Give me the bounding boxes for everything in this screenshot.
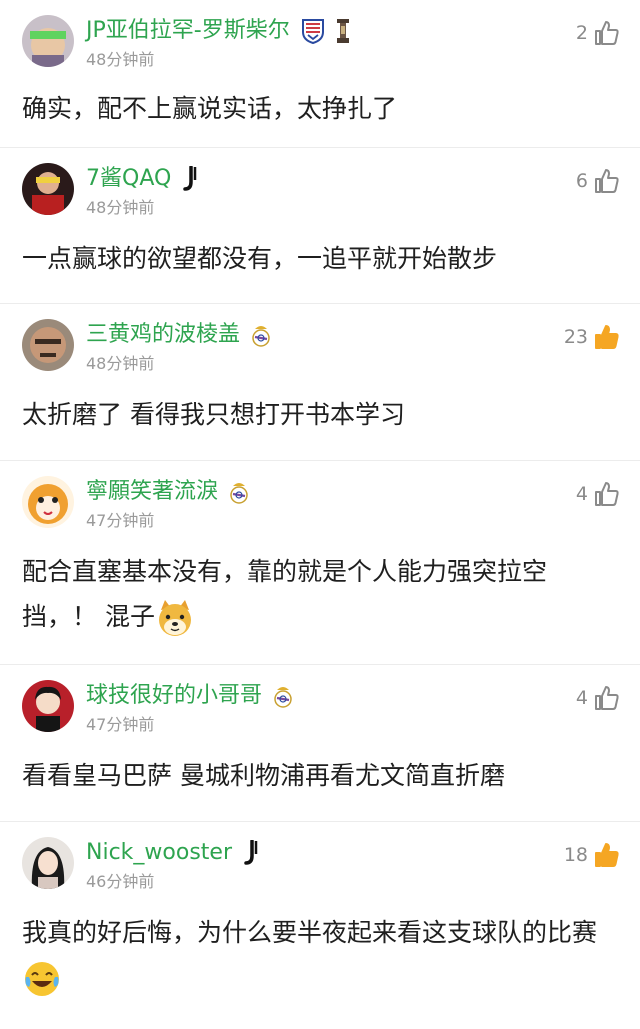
username[interactable]: Nick_wooster (86, 838, 232, 868)
avatar[interactable] (22, 15, 74, 67)
comment-meta: 三黄鸡的波棱盖 48分钟前 (86, 320, 271, 374)
like-button[interactable]: 2 (576, 20, 620, 46)
laugh-cry-emoji (22, 959, 62, 999)
comment-meta: 7酱QAQ 48分钟前 (86, 164, 198, 218)
avatar[interactable] (22, 319, 74, 371)
thumbs-up-icon-active (594, 842, 620, 868)
like-button[interactable]: 4 (576, 685, 620, 711)
comment-text: 看看皇马巴萨 曼城利物浦再看尤文简直折磨 (22, 761, 505, 790)
comment-text: 一点赢球的欲望都没有，一追平就开始散步 (22, 244, 498, 273)
like-count: 2 (575, 22, 588, 44)
like-count: 4 (575, 483, 588, 505)
comment-feed: JP亚伯拉罕-罗斯柴尔 48分钟前 2 确实，配不上赢说实话，太挣扎了 7酱QA… (0, 0, 640, 1029)
comment-text: 太折磨了 看得我只想打开书本学习 (22, 400, 405, 429)
real-madrid-crest-icon (251, 323, 271, 347)
like-button[interactable]: 6 (576, 168, 620, 194)
comment-text: 确实，配不上赢说实话，太挣扎了 (22, 94, 398, 123)
comment-item: 三黄鸡的波棱盖 48分钟前 23 太折磨了 看得我只想打开书本学习 (0, 304, 640, 461)
avatar[interactable] (22, 163, 74, 215)
comment-item: 球技很好的小哥哥 47分钟前 4 看看皇马巴萨 曼城利物浦再看尤文简直折磨 (0, 665, 640, 822)
comment-meta: Nick_wooster 46分钟前 (86, 838, 259, 892)
username[interactable]: 球技很好的小哥哥 (86, 681, 262, 711)
comment-item: Nick_wooster 46分钟前 18 我真的好后悔，为什么要半夜起来看这支… (0, 822, 640, 1029)
comment-text-block: 我真的好后悔，为什么要半夜起来看这支球队的比赛 (22, 910, 618, 1000)
username[interactable]: JP亚伯拉罕-罗斯柴尔 (86, 16, 290, 46)
comment-item: JP亚伯拉罕-罗斯柴尔 48分钟前 2 确实，配不上赢说实话，太挣扎了 (0, 0, 640, 148)
username[interactable]: 7酱QAQ (86, 164, 171, 194)
comment-time: 47分钟前 (86, 715, 155, 734)
comment-meta: 球技很好的小哥哥 47分钟前 (86, 681, 293, 735)
comment-item: 寧願笑著流淚 47分钟前 4 配合直塞基本没有，靠的就是个人能力强突拉空挡，！ … (0, 461, 640, 665)
juventus-logo-icon (243, 840, 259, 866)
avatar[interactable] (22, 837, 74, 889)
like-count: 4 (575, 687, 588, 709)
username[interactable]: 寧願笑著流淚 (86, 477, 218, 507)
shenhua-crest-icon (301, 18, 325, 44)
comment-meta: 寧願笑著流淚 47分钟前 (86, 477, 249, 531)
like-count: 18 (563, 844, 588, 866)
like-button[interactable]: 4 (576, 481, 620, 507)
avatar[interactable] (22, 680, 74, 732)
username[interactable]: 三黄鸡的波棱盖 (86, 320, 240, 350)
comment-time: 48分钟前 (86, 198, 155, 217)
comment-time: 48分钟前 (86, 354, 155, 373)
comment-time: 47分钟前 (86, 511, 155, 530)
trophy-icon (336, 18, 350, 44)
thumbs-up-icon-active (594, 324, 620, 350)
real-madrid-crest-icon (273, 684, 293, 708)
thumbs-up-icon (594, 20, 620, 46)
like-count: 6 (575, 170, 588, 192)
like-button[interactable]: 23 (564, 324, 620, 350)
doge-emoji (155, 598, 195, 638)
comment-item: 7酱QAQ 48分钟前 6 一点赢球的欲望都没有，一追平就开始散步 (0, 148, 640, 304)
comment-meta: JP亚伯拉罕-罗斯柴尔 48分钟前 (86, 16, 350, 70)
avatar[interactable] (22, 476, 74, 528)
like-button[interactable]: 18 (564, 842, 620, 868)
comment-time: 46分钟前 (86, 872, 155, 891)
like-count: 23 (563, 326, 588, 348)
comment-text-block: 配合直塞基本没有，靠的就是个人能力强突拉空挡，！ 混子 (22, 549, 618, 639)
comment-text: 我真的好后悔，为什么要半夜起来看这支球队的比赛 (22, 918, 598, 947)
thumbs-up-icon (594, 168, 620, 194)
thumbs-up-icon (594, 685, 620, 711)
thumbs-up-icon (594, 481, 620, 507)
juventus-logo-icon (182, 166, 198, 192)
comment-text: 配合直塞基本没有，靠的就是个人能力强突拉空挡，！ 混子 (22, 557, 548, 631)
real-madrid-crest-icon (229, 480, 249, 504)
comment-time: 48分钟前 (86, 50, 155, 69)
